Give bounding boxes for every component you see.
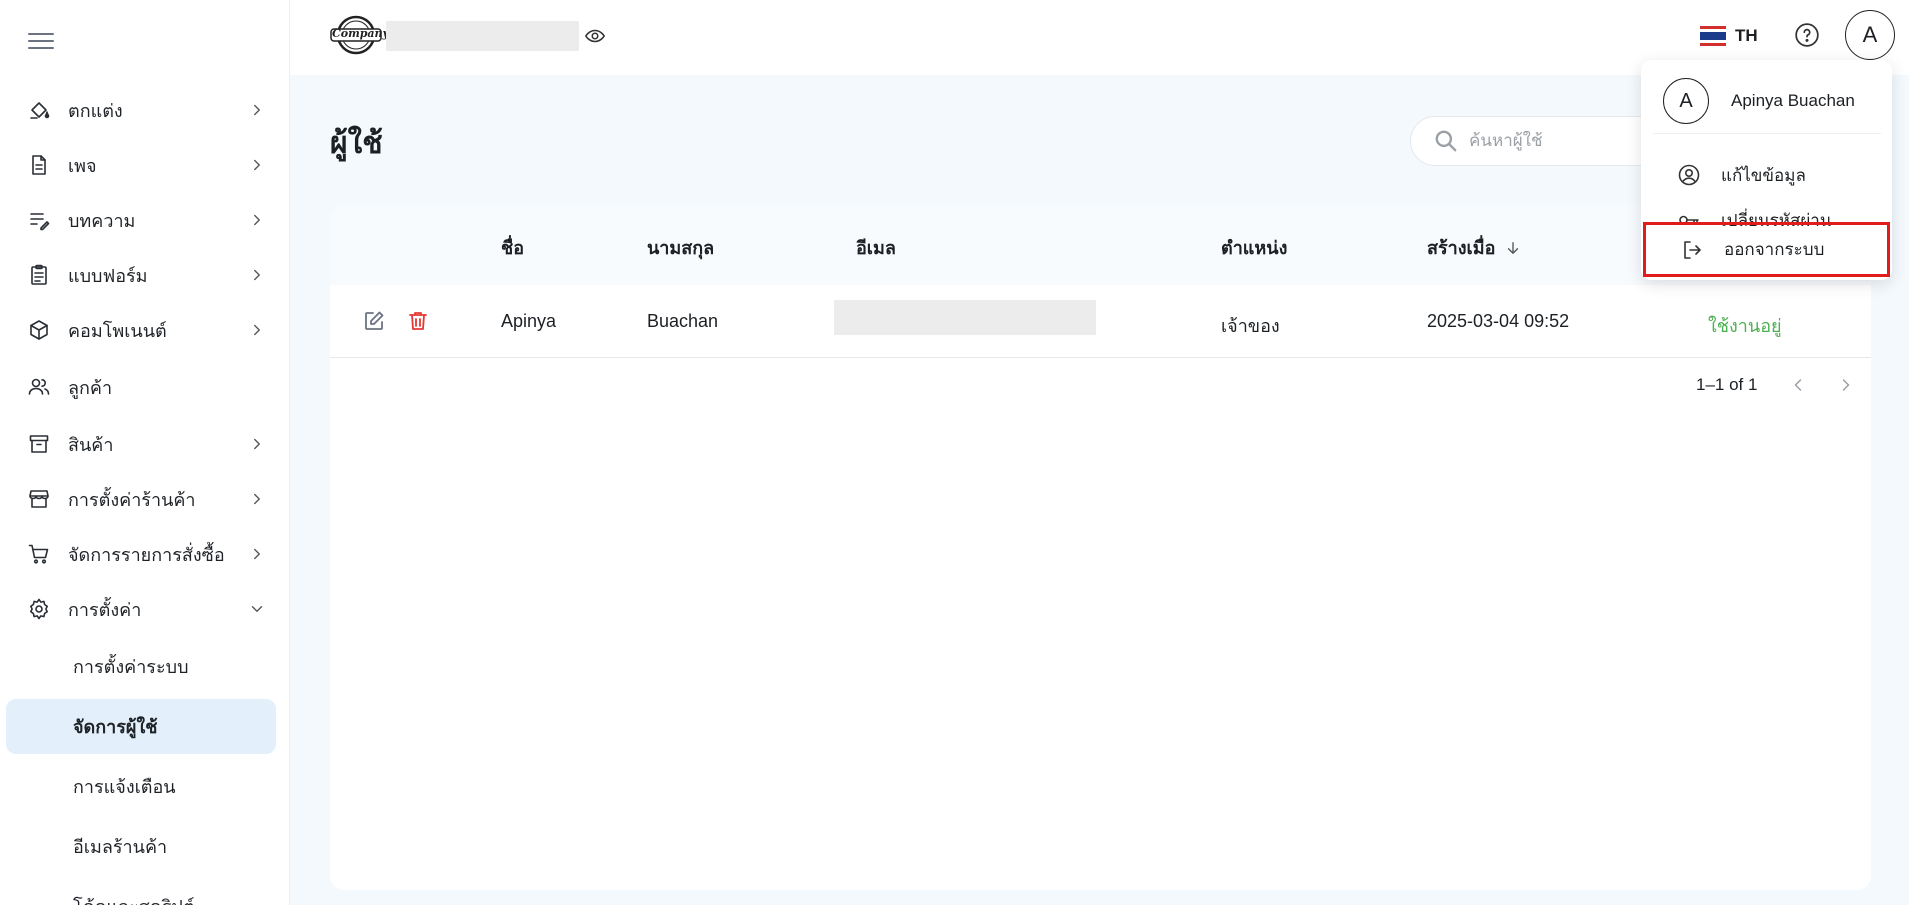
- sidebar-item-label: ตกแต่ง: [68, 100, 123, 121]
- chevron-right-icon: [248, 490, 266, 508]
- menu-item-label: แก้ไขข้อมูล: [1721, 165, 1806, 185]
- edit-icon[interactable]: [362, 309, 386, 333]
- sidebar-item-orders[interactable]: จัดการรายการสั่งซื้อ: [26, 534, 276, 574]
- column-header-email[interactable]: อีเมล: [856, 233, 896, 262]
- cell-created-at: 2025-03-04 09:52: [1427, 311, 1570, 331]
- sidebar-item-label: แบบฟอร์ม: [68, 265, 148, 286]
- chevron-down-icon: [248, 600, 266, 618]
- redacted-store-name: [386, 21, 579, 51]
- table-row: Apinya Buachan เจ้าของ 2025-03-04 09:52 …: [330, 285, 1871, 358]
- search-box[interactable]: [1410, 116, 1670, 166]
- sidebar-subitem-store-email[interactable]: อีเมลร้านค้า: [6, 819, 276, 874]
- article-edit-icon: [26, 207, 52, 233]
- menu-item-label: ออกจากระบบ: [1724, 240, 1825, 259]
- logout-icon: [1684, 240, 1701, 259]
- cart-icon: [26, 541, 52, 567]
- sidebar-item-label: ลูกค้า: [68, 377, 113, 398]
- thailand-flag-icon: [1700, 26, 1726, 46]
- sidebar-item-components[interactable]: คอมโพเนนต์: [26, 310, 276, 350]
- redacted-email: [834, 300, 1096, 335]
- sidebar-subitem-label: โค้ดและสคริปต์: [73, 892, 195, 905]
- status-badge: ใช้งานอยู่: [1708, 316, 1782, 336]
- column-header-label: สร้างเมื่อ: [1427, 238, 1496, 258]
- avatar: A: [1663, 78, 1709, 124]
- sidebar-subitem-label: การแจ้งเตือน: [73, 777, 176, 797]
- sidebar-subitem-code-scripts[interactable]: โค้ดและสคริปต์: [6, 879, 276, 905]
- sidebar: ตกแต่ง เพจ บทความ แบบฟอร์ม คอมโพเนนต์ ลู…: [0, 0, 290, 905]
- chevron-right-icon: [248, 101, 266, 119]
- sidebar-item-store-settings[interactable]: การตั้งค่าร้านค้า: [26, 479, 276, 519]
- column-header-first-name[interactable]: ชื่อ: [501, 233, 524, 262]
- sidebar-subitem-label: อีเมลร้านค้า: [73, 837, 168, 857]
- pagination-next-icon[interactable]: [1836, 375, 1856, 395]
- hamburger-menu-icon[interactable]: [26, 28, 56, 54]
- chevron-right-icon: [248, 435, 266, 453]
- cube-icon: [26, 317, 52, 343]
- sidebar-item-forms[interactable]: แบบฟอร์ม: [26, 255, 276, 295]
- sidebar-item-settings[interactable]: การตั้งค่า: [26, 589, 276, 629]
- eye-icon[interactable]: [584, 25, 606, 47]
- sidebar-item-customers[interactable]: ลูกค้า: [26, 367, 276, 407]
- user-circle-icon: [1678, 164, 1700, 186]
- sidebar-subitem-system-settings[interactable]: การตั้งค่าระบบ: [6, 639, 276, 694]
- sidebar-subitem-user-management[interactable]: จัดการผู้ใช้: [6, 699, 276, 754]
- clipboard-icon: [26, 262, 52, 288]
- sidebar-item-label: บทความ: [68, 210, 136, 231]
- help-icon[interactable]: [1794, 22, 1820, 48]
- chevron-right-icon: [248, 266, 266, 284]
- search-input[interactable]: [1469, 131, 1649, 151]
- company-logo[interactable]: Company: [330, 14, 389, 56]
- search-icon: [1435, 130, 1457, 152]
- cell-first-name: Apinya: [501, 311, 557, 331]
- gear-icon: [26, 596, 52, 622]
- sidebar-item-pages[interactable]: เพจ: [26, 145, 276, 185]
- sidebar-item-products[interactable]: สินค้า: [26, 424, 276, 464]
- paint-bucket-icon: [26, 97, 52, 123]
- chevron-right-icon: [248, 321, 266, 339]
- user-avatar-button[interactable]: A: [1845, 10, 1895, 60]
- customers-icon: [26, 374, 52, 400]
- user-name: Apinya Buachan: [1731, 91, 1855, 110]
- sidebar-item-label: การตั้งค่าร้านค้า: [68, 489, 196, 510]
- sidebar-subitem-label: จัดการผู้ใช้: [73, 717, 158, 737]
- logout-menu-item[interactable]: ออกจากระบบ: [1643, 222, 1890, 277]
- sidebar-item-label: การตั้งค่า: [68, 599, 142, 620]
- sidebar-item-articles[interactable]: บทความ: [26, 200, 276, 240]
- cell-position: เจ้าของ: [1221, 316, 1280, 336]
- sidebar-item-decoration[interactable]: ตกแต่ง: [26, 90, 276, 130]
- sidebar-item-label: เพจ: [68, 155, 97, 176]
- delete-icon[interactable]: [406, 309, 430, 333]
- column-header-position[interactable]: ตำแหน่ง: [1221, 233, 1287, 262]
- chevron-right-icon: [248, 545, 266, 563]
- archive-box-icon: [26, 431, 52, 457]
- sidebar-subitem-label: การตั้งค่าระบบ: [73, 657, 189, 677]
- storefront-icon: [26, 486, 52, 512]
- divider: [1653, 133, 1881, 134]
- users-table-card: ชื่อ นามสกุล อีเมล ตำแหน่ง สร้างเมื่อ Ap…: [330, 205, 1871, 890]
- edit-profile-menu-item[interactable]: แก้ไขข้อมูล: [1643, 153, 1890, 197]
- column-header-last-name[interactable]: นามสกุล: [647, 233, 714, 262]
- table-header: ชื่อ นามสกุล อีเมล ตำแหน่ง สร้างเมื่อ: [330, 205, 1871, 285]
- sidebar-item-label: สินค้า: [68, 434, 114, 455]
- chevron-right-icon: [248, 156, 266, 174]
- logo-text: Company: [332, 27, 389, 40]
- document-icon: [26, 152, 52, 178]
- column-header-created[interactable]: สร้างเมื่อ: [1427, 233, 1522, 262]
- pagination-prev-icon[interactable]: [1788, 375, 1808, 395]
- sidebar-item-label: คอมโพเนนต์: [68, 320, 167, 341]
- language-code: TH: [1735, 26, 1758, 45]
- sort-arrow-down-icon: [1508, 242, 1519, 254]
- sidebar-subitem-notifications[interactable]: การแจ้งเตือน: [6, 759, 276, 814]
- user-menu-dropdown: A Apinya Buachan แก้ไขข้อมูล เปลี่ยนรหัส…: [1641, 60, 1892, 280]
- page-title: ผู้ใช้: [330, 127, 383, 160]
- cell-last-name: Buachan: [647, 311, 719, 331]
- pagination-info: 1–1 of 1: [1696, 375, 1758, 394]
- dropdown-user-info: A Apinya Buachan: [1663, 78, 1881, 124]
- language-selector[interactable]: TH: [1700, 22, 1758, 50]
- chevron-right-icon: [248, 211, 266, 229]
- sidebar-item-label: จัดการรายการสั่งซื้อ: [68, 544, 225, 565]
